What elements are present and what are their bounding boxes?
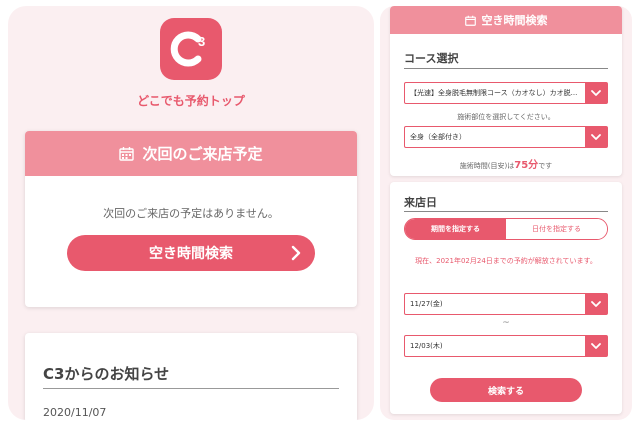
date-mode-toggle: 期間を指定する 日付を指定する: [404, 218, 608, 240]
search-screen: 空き時間検索 コース選択 【光速】全身脱毛無制限コース（カオなし）カオ脱... …: [380, 6, 632, 420]
calendar-icon: [119, 147, 135, 161]
course-select[interactable]: 【光速】全身脱毛無制限コース（カオなし）カオ脱...: [404, 82, 608, 104]
reservation-top-link[interactable]: どこでも予約トップ: [8, 92, 374, 109]
search-submit-label: 検索する: [487, 385, 524, 396]
date-from-value: 11/27(金): [410, 300, 443, 308]
c3-logo-icon[interactable]: 3: [160, 18, 222, 80]
vacancy-search-button[interactable]: 空き時間検索: [67, 235, 315, 271]
chevron-down-icon: [585, 294, 607, 314]
toggle-date[interactable]: 日付を指定する: [506, 219, 607, 239]
svg-text:3: 3: [198, 34, 205, 49]
search-header: 空き時間検索: [390, 6, 622, 34]
no-appointment-message: 次回のご来店の予定はありません。: [103, 207, 279, 220]
release-notice: 現在、2021年02月24日までの予約が解放されています。: [415, 257, 597, 265]
next-visit-title: 次回のご来店予定: [142, 145, 263, 163]
range-separator: ~: [502, 318, 510, 328]
date-from-select[interactable]: 11/27(金): [404, 293, 608, 315]
visit-date-panel: 来店日 期間を指定する 日付を指定する 現在、2021年02月24日までの予約が…: [390, 182, 622, 414]
time-suffix: です: [538, 162, 553, 170]
part-select-value: 全身（全部付き）: [410, 133, 466, 141]
course-select-value: 【光速】全身脱毛無制限コース（カオなし）カオ脱...: [410, 89, 578, 97]
visit-divider: [404, 211, 608, 212]
toggle-period[interactable]: 期間を指定する: [405, 219, 506, 239]
chevron-right-icon: [291, 245, 301, 261]
part-select-hint: 施術部位を選択してください。: [457, 113, 555, 121]
date-to-value: 12/03(木): [410, 342, 443, 350]
news-title: C3からのお知らせ: [43, 365, 170, 383]
chevron-down-icon: [585, 83, 607, 103]
search-submit-button[interactable]: 検索する: [430, 378, 582, 402]
date-to-select[interactable]: 12/03(木): [404, 335, 608, 357]
next-visit-card: 次回のご来店予定 次回のご来店の予定はありません。 空き時間検索: [25, 131, 357, 307]
news-divider: [43, 388, 339, 389]
time-value: 75分: [514, 160, 539, 171]
treatment-time-hint: 施術時間(目安)は75分です: [390, 156, 622, 171]
visit-section-title: 来店日: [404, 196, 437, 209]
next-visit-header: 次回のご来店予定: [25, 131, 357, 176]
home-screen: 3 どこでも予約トップ 次回のご来店予定 次回のご来店の予定はありません。 空き…: [8, 6, 374, 420]
course-panel: 空き時間検索 コース選択 【光速】全身脱毛無制限コース（カオなし）カオ脱... …: [390, 6, 622, 176]
vacancy-search-label: 空き時間検索: [149, 245, 233, 261]
search-header-title: 空き時間検索: [481, 14, 548, 27]
calendar-icon: [464, 15, 476, 26]
course-divider: [404, 68, 608, 69]
chevron-down-icon: [585, 127, 607, 147]
news-date[interactable]: 2020/11/07: [43, 406, 106, 419]
course-section-title: コース選択: [404, 52, 459, 65]
part-select[interactable]: 全身（全部付き）: [404, 126, 608, 148]
news-card: C3からのお知らせ 2020/11/07: [25, 333, 357, 420]
time-prefix: 施術時間(目安)は: [459, 162, 515, 170]
chevron-down-icon: [585, 336, 607, 356]
